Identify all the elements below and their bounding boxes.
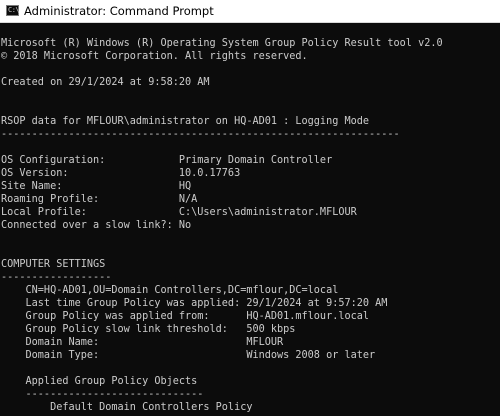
console-line: Group Policy was applied from: HQ-AD01.m…: [1, 311, 370, 322]
console-line: Local Profile: C:\Users\administrator.MF…: [1, 207, 357, 218]
console-line: © 2018 Microsoft Corporation. All rights…: [1, 51, 308, 62]
console-line: ----------------------------------------…: [1, 129, 400, 140]
window-title: Administrator: Command Prompt: [24, 4, 214, 18]
console-line: RSOP data for MFLOUR\administrator on HQ…: [1, 116, 370, 127]
console-line: CN=HQ-AD01,OU=Domain Controllers,DC=mflo…: [1, 285, 339, 296]
console-line: Domain Type: Windows 2008 or later: [1, 350, 376, 361]
console-line: OS Configuration: Primary Domain Control…: [1, 155, 333, 166]
console-line: Group Policy slow link threshold: 500 kb…: [1, 324, 296, 335]
console-line: Roaming Profile: N/A: [1, 194, 198, 205]
console-line: OS Version: 10.0.17763: [1, 168, 241, 179]
console-line: -----------------------------: [1, 389, 204, 400]
cmd-icon: C:\: [6, 5, 20, 16]
console-line: Domain Name: MFLOUR: [1, 337, 284, 348]
console-line: Last time Group Policy was applied: 29/1…: [1, 298, 388, 309]
console-line: Created on ‎29/‎1/‎2024 at 9:58:20 AM: [1, 77, 210, 88]
command-prompt-window: C:\ Administrator: Command Prompt Micros…: [0, 0, 500, 416]
console-line: ------------------: [1, 272, 112, 283]
console-line: Default Domain Controllers Policy: [1, 402, 253, 413]
console-line: Applied Group Policy Objects: [1, 376, 198, 387]
console-output[interactable]: Microsoft (R) Windows (R) Operating Syst…: [0, 23, 500, 416]
console-line: Microsoft (R) Windows (R) Operating Syst…: [1, 38, 443, 49]
console-line: Site Name: HQ: [1, 181, 192, 192]
title-bar[interactable]: C:\ Administrator: Command Prompt: [0, 0, 500, 23]
console-line: COMPUTER SETTINGS: [1, 259, 106, 270]
console-line: Connected over a slow link?: No: [1, 220, 192, 231]
cmd-icon-text: C:\: [8, 6, 20, 14]
